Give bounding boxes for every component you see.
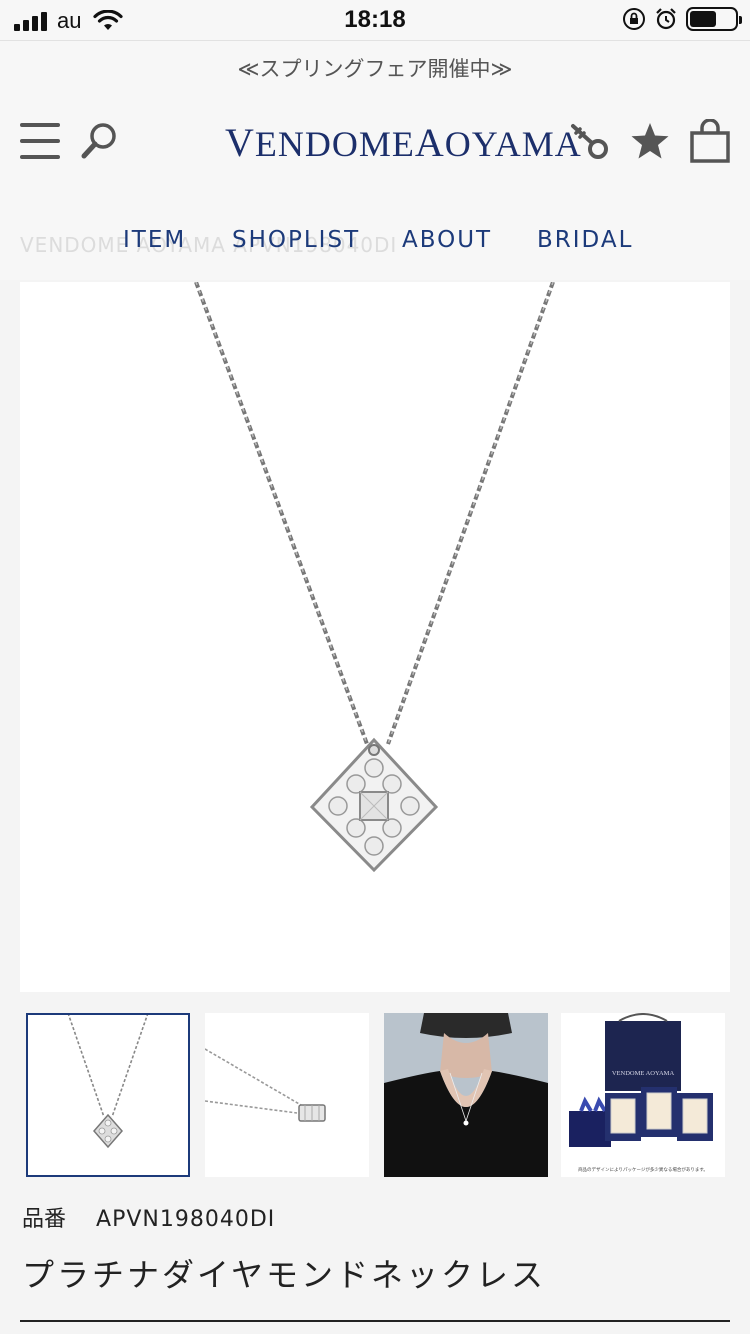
- gift-box-caption: 商品のデザインによりパッケージが多少異なる場合があります。: [578, 1166, 708, 1173]
- site-header: ≪スプリングフェア開催中≫ VENDOMEAOYAMA VENDOME AOYA…: [0, 40, 750, 280]
- thumbnail-front-view[interactable]: [26, 1013, 190, 1177]
- alarm-icon: [656, 8, 676, 30]
- battery-icon: [686, 7, 742, 31]
- divider: [20, 1320, 730, 1322]
- sku-code: APVN198040DI: [96, 1207, 276, 1232]
- thumbnail-side-view[interactable]: [205, 1013, 369, 1177]
- thumbnail-strip: VENDOME AOYAMA 商品のデザインによりパッケージが多少異なる場合があ…: [26, 1013, 726, 1179]
- brand-logo[interactable]: VENDOMEAOYAMA: [225, 119, 581, 166]
- sku-label: 品番: [22, 1207, 67, 1232]
- nav-item-about[interactable]: ABOUT: [402, 227, 492, 253]
- product-name: プラチナダイヤモンドネックレス: [22, 1256, 547, 1294]
- status-bar: au 18:18: [0, 0, 750, 40]
- shopping-bag-icon[interactable]: [690, 119, 730, 163]
- key-icon[interactable]: [570, 121, 610, 161]
- product-sku: 品番 APVN198040DI: [22, 1201, 275, 1233]
- nav-item-bridal[interactable]: BRIDAL: [537, 227, 633, 253]
- promo-banner[interactable]: ≪スプリングフェア開催中≫: [0, 53, 750, 83]
- thumbnail-model-wearing[interactable]: [384, 1013, 548, 1177]
- menu-icon[interactable]: [20, 123, 60, 159]
- thumbnail-gift-box[interactable]: VENDOME AOYAMA 商品のデザインによりパッケージが多少異なる場合があ…: [561, 1013, 725, 1177]
- star-icon[interactable]: [630, 121, 670, 161]
- nav-item-shoplist[interactable]: SHOPLIST: [232, 227, 360, 253]
- search-icon[interactable]: [80, 121, 120, 161]
- pendant-graphic: [309, 737, 439, 873]
- nav-item-item[interactable]: ITEM: [123, 227, 186, 253]
- gift-box-brand: VENDOME AOYAMA: [612, 1070, 675, 1077]
- rotation-lock-icon: [623, 8, 645, 30]
- product-main-image[interactable]: [20, 281, 730, 992]
